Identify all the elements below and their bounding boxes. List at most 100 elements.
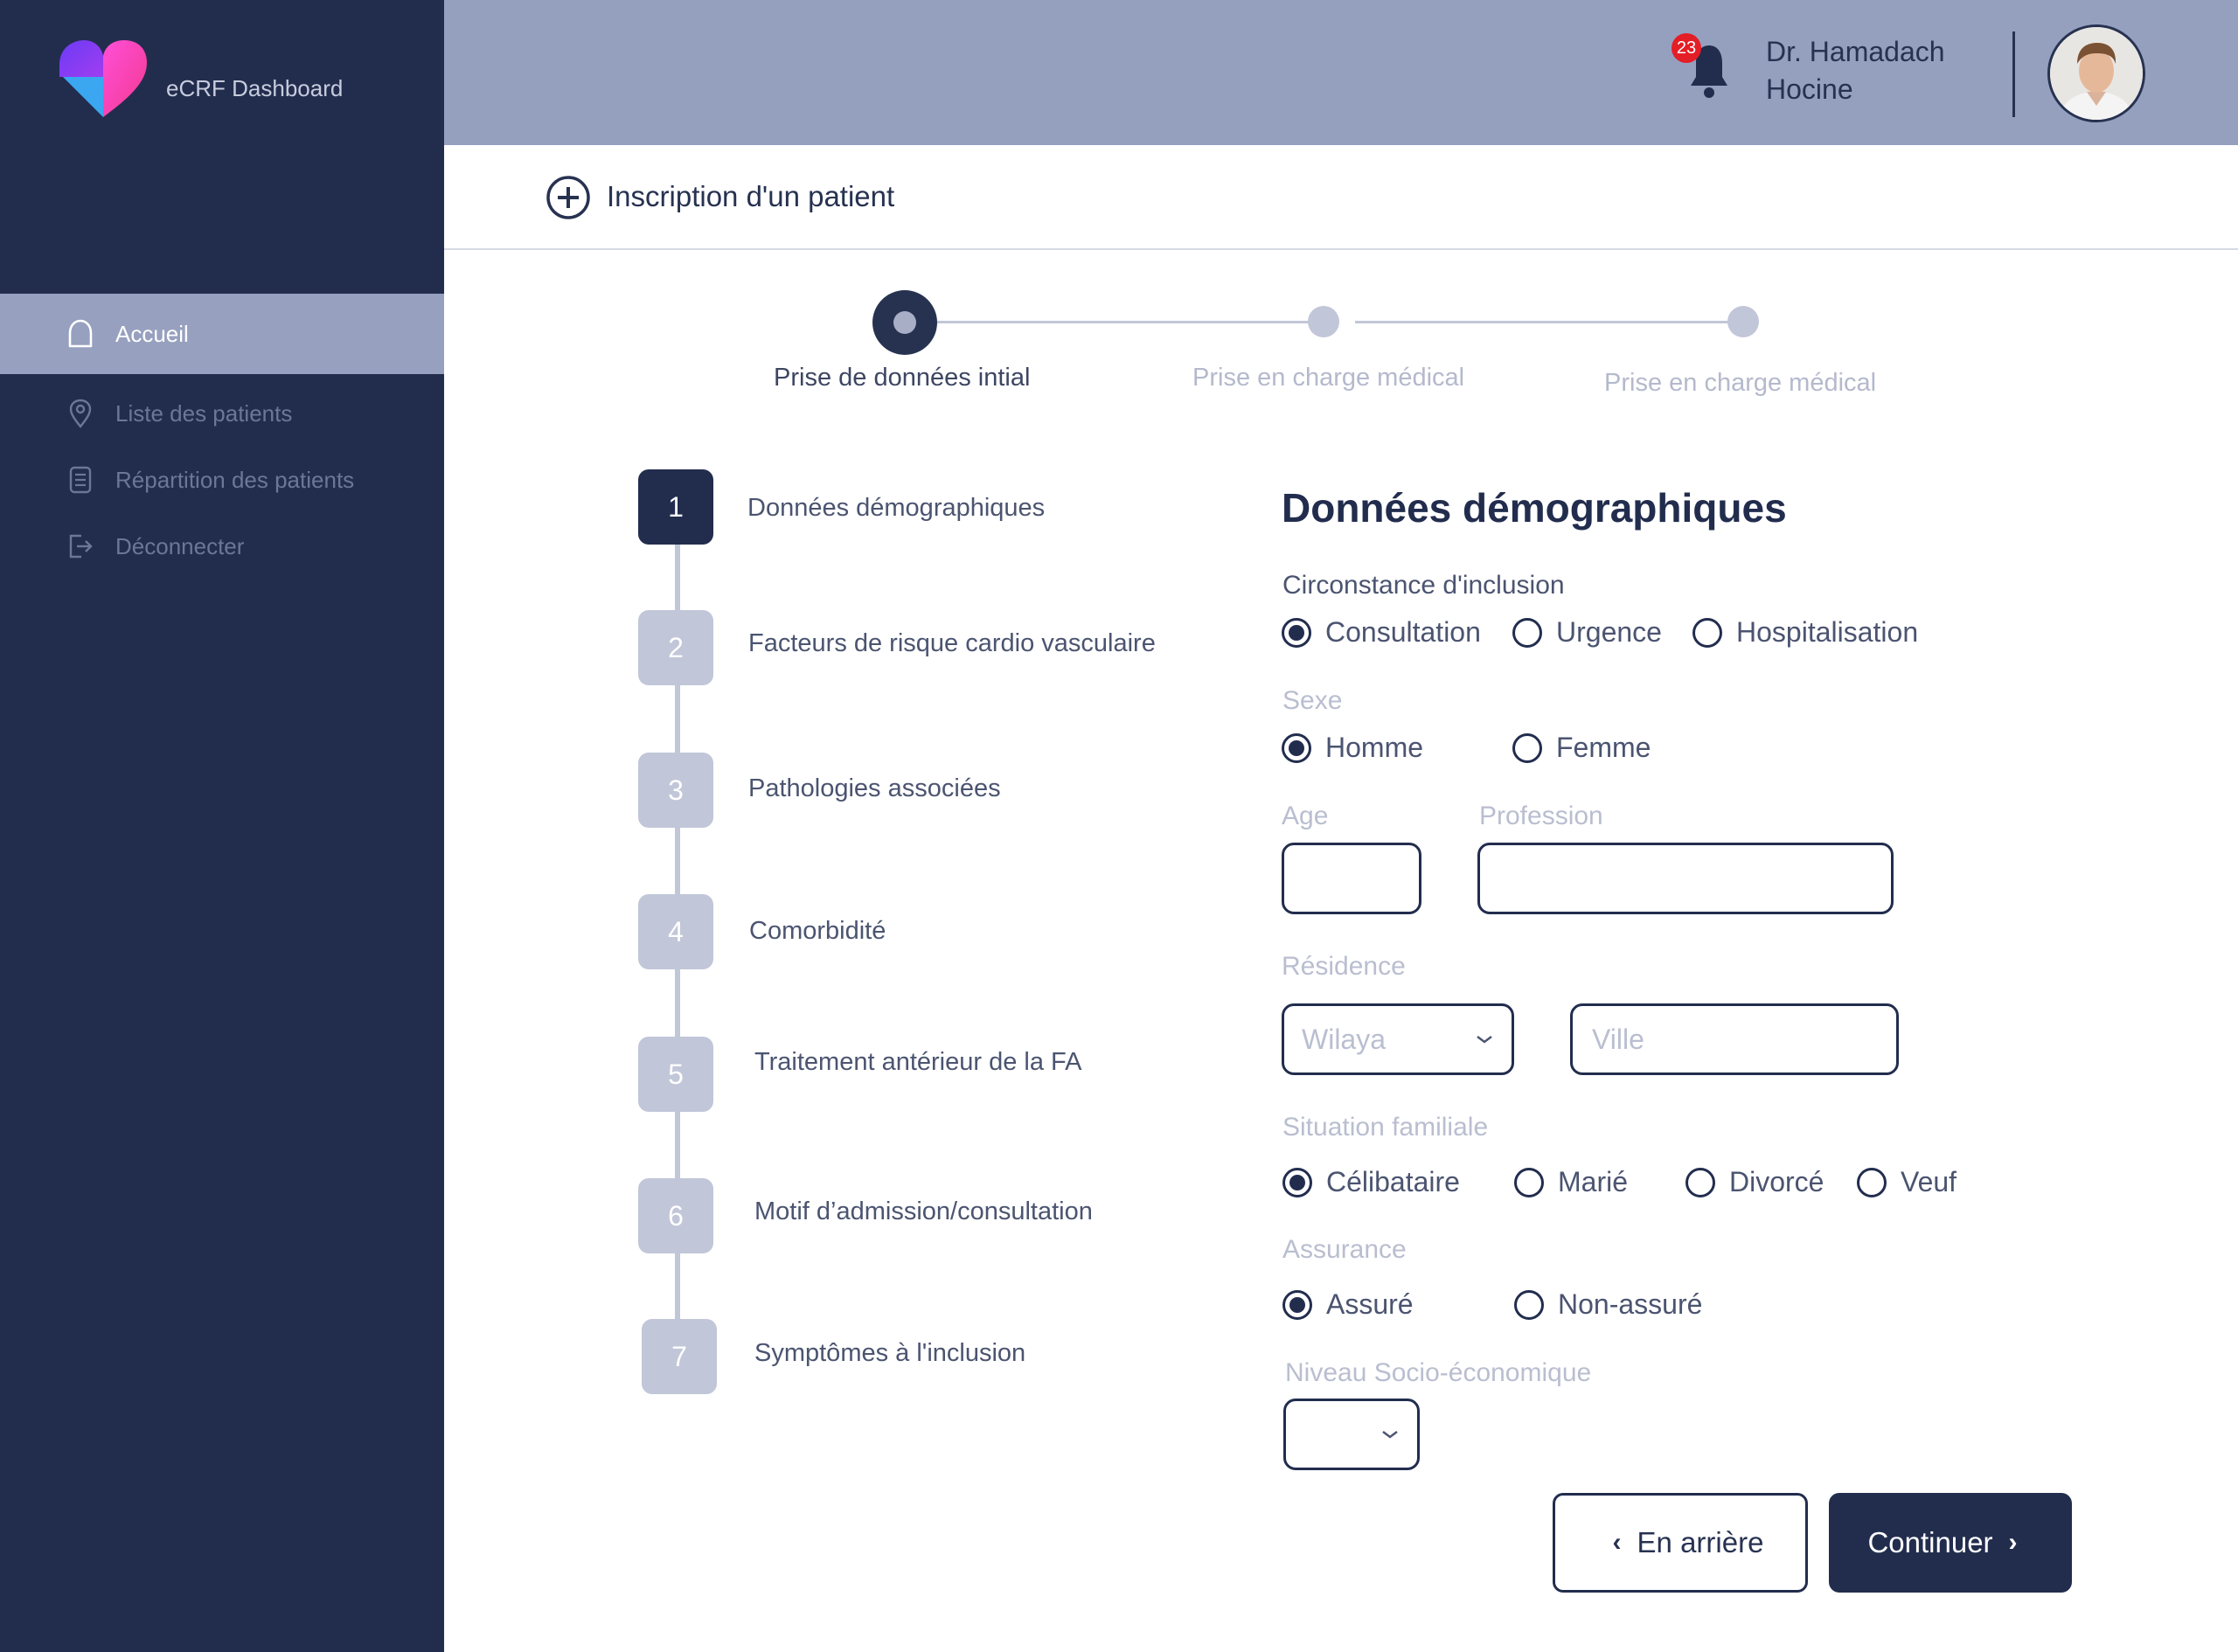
- section-label-motif[interactable]: Motif d’admission/consultation: [754, 1197, 1093, 1226]
- stepper-label: Prise en charge médical: [1604, 369, 1877, 397]
- sexe-label: Sexe: [1282, 686, 1343, 715]
- radio-label: Hospitalisation: [1736, 616, 1919, 648]
- continue-button-label: Continuer: [1867, 1526, 1993, 1558]
- radio-label: Urgence: [1556, 616, 1662, 648]
- page-title: Inscription d'un patient: [607, 180, 895, 212]
- radio-homme[interactable]: Homme: [1282, 732, 1423, 764]
- sidebar-item-label: Répartition des patients: [115, 466, 355, 493]
- radio-label: Célibataire: [1326, 1166, 1460, 1197]
- back-button-label: En arrière: [1637, 1526, 1764, 1558]
- section-number-6[interactable]: 6: [638, 1178, 713, 1253]
- user-name-line-1: Dr. Hamadach: [1766, 36, 1945, 67]
- radio-circle: [1857, 1167, 1887, 1197]
- sidebar-item-accueil[interactable]: Accueil: [63, 312, 189, 356]
- radio-label: Homme: [1325, 732, 1424, 763]
- age-label: Age: [1282, 802, 1329, 830]
- form-title: Données démographiques: [1282, 485, 1787, 531]
- brand-name: eCRF Dashboard: [166, 75, 344, 101]
- stepper-dot[interactable]: [1727, 306, 1759, 337]
- section-label-demographiques[interactable]: Données démographiques: [747, 494, 1045, 523]
- radio-marie[interactable]: Marié: [1514, 1166, 1628, 1198]
- ville-input[interactable]: [1570, 1003, 1899, 1075]
- stepper-connector: [1355, 321, 1741, 323]
- logout-icon: [63, 529, 98, 564]
- radio-assure[interactable]: Assuré: [1282, 1288, 1414, 1321]
- radio-celibataire[interactable]: Célibataire: [1282, 1166, 1460, 1198]
- radio-label: Veuf: [1901, 1166, 1957, 1197]
- situation-label: Situation familiale: [1282, 1113, 1489, 1142]
- radio-circle: [1514, 1289, 1544, 1320]
- user-name-line-2: Hocine: [1766, 73, 1853, 105]
- radio-circle: [1512, 617, 1542, 648]
- section-label-symptomes[interactable]: Symptômes à l'inclusion: [754, 1339, 1025, 1368]
- location-pin-icon: [63, 396, 98, 431]
- profession-input[interactable]: [1477, 843, 1894, 914]
- radio-veuf[interactable]: Veuf: [1857, 1166, 1957, 1198]
- sidebar-item-liste-patients[interactable]: Liste des patients: [63, 392, 292, 435]
- stepper-dot-active[interactable]: [872, 290, 937, 355]
- radio-circle-checked: [1282, 1289, 1312, 1320]
- radio-label: Consultation: [1325, 616, 1481, 648]
- section-label-traitement[interactable]: Traitement antérieur de la FA: [754, 1048, 1082, 1077]
- chevron-right-icon: ›: [2008, 1528, 2018, 1557]
- radio-label: Divorcé: [1729, 1166, 1824, 1197]
- radio-circle-checked: [1282, 1167, 1312, 1197]
- top-header: 23 Dr. Hamadach Hocine: [444, 0, 2238, 145]
- section-label-facteurs-risque[interactable]: Facteurs de risque cardio vasculaire: [748, 629, 1156, 658]
- section-label-pathologies[interactable]: Pathologies associées: [748, 774, 1001, 803]
- chevron-left-icon: ‹: [1612, 1528, 1622, 1557]
- assurance-label: Assurance: [1282, 1235, 1407, 1264]
- section-label-comorbidite[interactable]: Comorbidité: [749, 917, 886, 946]
- stepper-dot[interactable]: [1308, 306, 1339, 337]
- age-input[interactable]: [1282, 843, 1421, 914]
- circonstance-label: Circonstance d'inclusion: [1282, 571, 1565, 600]
- radio-urgence[interactable]: Urgence: [1512, 616, 1662, 649]
- radio-circle: [1512, 732, 1542, 763]
- wilaya-placeholder: Wilaya: [1302, 1023, 1387, 1055]
- heart-logo-icon: [59, 40, 147, 117]
- radio-consultation[interactable]: Consultation: [1282, 616, 1481, 649]
- stepper-connector: [937, 321, 1324, 323]
- radio-label: Assuré: [1326, 1288, 1414, 1320]
- sidebar-item-label: Liste des patients: [115, 399, 293, 427]
- radio-circle-checked: [1282, 732, 1311, 763]
- niveau-label: Niveau Socio-économique: [1285, 1358, 1592, 1387]
- chevron-down-icon: [1382, 1431, 1398, 1439]
- radio-femme[interactable]: Femme: [1512, 732, 1651, 764]
- continue-button[interactable]: Continuer ›: [1829, 1493, 2072, 1593]
- radio-divorce[interactable]: Divorcé: [1685, 1166, 1824, 1198]
- section-number-2[interactable]: 2: [638, 610, 713, 685]
- section-number-1[interactable]: 1: [638, 469, 713, 545]
- stepper-label: Prise en charge médical: [1192, 364, 1465, 392]
- sidebar-item-label: Accueil: [115, 320, 189, 347]
- section-number-3[interactable]: 3: [638, 753, 713, 828]
- radio-hospitalisation[interactable]: Hospitalisation: [1692, 616, 1918, 649]
- back-button[interactable]: ‹ En arrière: [1553, 1493, 1808, 1593]
- sidebar-item-label: Déconnecter: [115, 532, 245, 559]
- add-circle-icon[interactable]: [546, 175, 591, 220]
- sidebar-item-deconnecter[interactable]: Déconnecter: [63, 524, 244, 568]
- header-divider: [2012, 31, 2015, 117]
- avatar[interactable]: [2047, 24, 2145, 122]
- radio-label: Marié: [1558, 1166, 1629, 1197]
- section-number-4[interactable]: 4: [638, 894, 713, 969]
- section-number-5[interactable]: 5: [638, 1037, 713, 1112]
- niveau-select[interactable]: [1283, 1399, 1420, 1470]
- user-photo-icon: [2050, 27, 2143, 120]
- stepper-label: Prise de données intial: [774, 364, 1031, 392]
- radio-label: Non-assuré: [1558, 1288, 1703, 1320]
- radio-circle: [1514, 1167, 1544, 1197]
- section-number-7[interactable]: 7: [642, 1319, 717, 1394]
- radio-circle: [1692, 617, 1722, 648]
- home-icon: [63, 316, 98, 351]
- radio-circle-checked: [1282, 617, 1311, 648]
- radio-label: Femme: [1556, 732, 1651, 763]
- sidebar: eCRF Dashboard Accueil Liste des patient…: [0, 0, 444, 1652]
- sidebar-item-repartition-patients[interactable]: Répartition des patients: [63, 458, 354, 502]
- radio-circle: [1685, 1167, 1715, 1197]
- user-name[interactable]: Dr. Hamadach Hocine: [1766, 33, 1976, 108]
- residence-label: Résidence: [1282, 952, 1406, 981]
- radio-non-assure[interactable]: Non-assuré: [1514, 1288, 1702, 1321]
- wilaya-select[interactable]: Wilaya: [1282, 1003, 1514, 1075]
- profession-label: Profession: [1479, 802, 1603, 830]
